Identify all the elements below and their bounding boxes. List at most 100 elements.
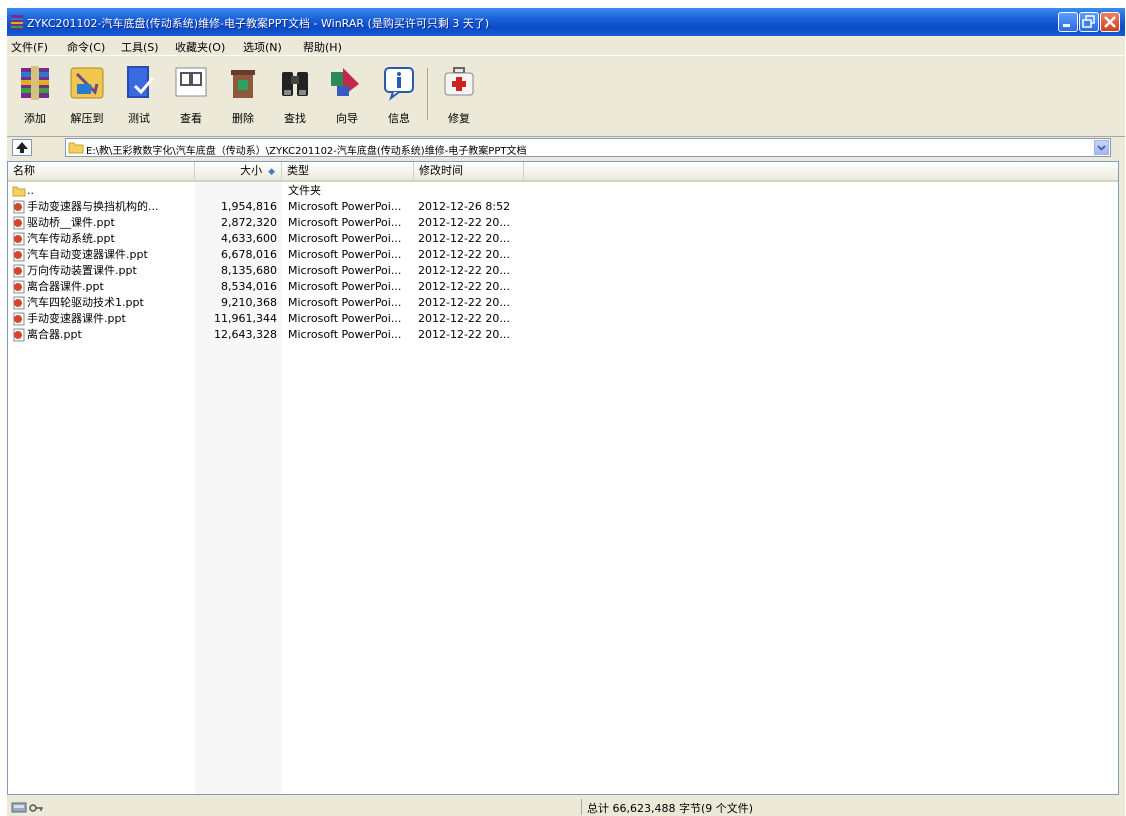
chevron-down-icon [1097,145,1106,151]
add-archive-icon [21,66,49,100]
path-combobox[interactable]: E:\教\王彩教数字化\汽车底盘（传动系）\ZYKC201102-汽车底盘(传动… [65,138,1111,157]
file-type: Microsoft PowerPoi... [288,232,402,245]
list-item[interactable]: 手动变速器课件.ppt 11,961,344 Microsoft PowerPo… [8,311,1118,327]
file-modified: 2012-12-22 20... [418,312,510,325]
file-name-cell: 汽车四轮驱动技术1.ppt [12,295,192,311]
file-name-cell: 离合器课件.ppt [12,279,192,295]
file-name: 手动变速器与换挡机构的... [27,200,159,213]
file-name-cell: 驱动桥__课件.ppt [12,215,192,231]
path-text: E:\教\王彩教数字化\汽车底盘（传动系）\ZYKC201102-汽车底盘(传动… [86,146,527,157]
file-size: 12,643,328 [214,328,277,341]
menu-commands[interactable]: 命令(C) [67,39,105,55]
file-name: .. [27,184,34,197]
powerpoint-file-icon [13,248,25,262]
status-total: 总计 66,623,488 字节(9 个文件) [587,802,754,815]
view-button[interactable]: 查看 [169,62,213,126]
minimize-icon [1063,24,1070,27]
title-bar[interactable]: ZYKC201102-汽车底盘(传动系统)维修-电子教案PPT文档 - WinR… [7,8,1125,36]
file-modified: 2012-12-22 20... [418,328,510,341]
column-header-modified[interactable]: 修改时间 [414,162,524,180]
restore-icon [1082,15,1095,28]
list-item[interactable]: 汽车四轮驱动技术1.ppt 9,210,368 Microsoft PowerP… [8,295,1118,311]
menu-file[interactable]: 文件(F) [11,39,48,55]
info-button[interactable]: 信息 [377,62,421,126]
file-modified: 2012-12-22 20... [418,280,510,293]
menu-bar: 文件(F) 命令(C) 工具(S) 收藏夹(O) 选项(N) 帮助(H) [7,36,1125,54]
file-name: 离合器.ppt [27,328,82,341]
file-modified [418,183,528,199]
path-dropdown-button[interactable] [1094,140,1109,155]
file-name: 驱动桥__课件.ppt [27,216,115,229]
window-title: ZYKC201102-汽车底盘(传动系统)维修-电子教案PPT文档 - WinR… [27,17,490,30]
file-size [195,183,277,199]
file-type: Microsoft PowerPoi... [288,248,402,261]
list-item[interactable]: 手动变速器与换挡机构的... 1,954,816 Microsoft Power… [8,199,1118,215]
file-name-cell: 汽车自动变速器课件.ppt [12,247,192,263]
extract-to-button[interactable]: 解压到 [65,62,109,126]
file-name-cell: 手动变速器与换挡机构的... [12,199,192,215]
file-type: Microsoft PowerPoi... [288,264,402,277]
maximize-button[interactable] [1079,12,1099,32]
file-name: 手动变速器课件.ppt [27,312,126,325]
file-modified: 2012-12-22 20... [418,296,510,309]
list-item[interactable]: 万向传动装置课件.ppt 8,135,680 Microsoft PowerPo… [8,263,1118,279]
find-button[interactable]: 查找 [273,62,317,126]
file-list[interactable]: 名称 大小 ◆ 类型 修改时间 .. 文件夹 手动变速器与换挡机构的... 1,9… [7,161,1119,795]
column-header-size[interactable]: 大小 ◆ [195,162,282,180]
list-item-parent-folder[interactable]: .. 文件夹 [8,183,1118,199]
column-name-label: 名称 [13,164,35,177]
file-size: 1,954,816 [221,200,277,213]
status-separator [581,799,582,815]
add-button[interactable]: 添加 [13,62,57,126]
winrar-window: ZYKC201102-汽车底盘(传动系统)维修-电子教案PPT文档 - WinR… [7,8,1125,816]
file-name: 汽车传动系统.ppt [27,232,115,245]
file-type: Microsoft PowerPoi... [288,312,402,325]
minimize-button[interactable] [1058,12,1078,32]
repair-button[interactable]: 修复 [437,62,481,126]
file-size: 11,961,344 [214,312,277,325]
column-type-label: 类型 [287,164,309,177]
list-item[interactable]: 驱动桥__课件.ppt 2,872,320 Microsoft PowerPoi… [8,215,1118,231]
list-item[interactable]: 汽车传动系统.ppt 4,633,600 Microsoft PowerPoi.… [8,231,1118,247]
file-type: Microsoft PowerPoi... [288,328,402,341]
file-size: 2,872,320 [221,216,277,229]
toolbar-separator [427,68,428,120]
folder-icon [68,142,84,154]
first-aid-kit-icon [444,67,474,96]
info-icon [384,67,414,101]
test-button[interactable]: 测试 [117,62,161,126]
column-size-label: 大小 [240,164,263,177]
list-item[interactable]: 汽车自动变速器课件.ppt 6,678,016 Microsoft PowerP… [8,247,1118,263]
up-one-level-button[interactable] [12,139,32,156]
powerpoint-file-icon [13,264,25,278]
delete-button[interactable]: 删除 [221,62,265,126]
file-name: 万向传动装置课件.ppt [27,264,137,277]
file-name-cell: 万向传动装置课件.ppt [12,263,192,279]
menu-options[interactable]: 选项(N) [243,39,282,55]
menu-tools[interactable]: 工具(S) [121,39,159,55]
list-item[interactable]: 离合器.ppt 12,643,328 Microsoft PowerPoi...… [8,327,1118,343]
powerpoint-file-icon [13,296,25,310]
menu-help[interactable]: 帮助(H) [303,39,342,55]
file-size: 9,210,368 [221,296,277,309]
sort-ascending-icon: ◆ [268,167,275,177]
file-size: 8,135,680 [221,264,277,277]
winrar-app-icon [11,15,23,29]
column-header-name[interactable]: 名称 [8,162,195,180]
status-bar: 总计 66,623,488 字节(9 个文件) [7,798,1125,816]
powerpoint-file-icon [13,328,25,342]
list-item[interactable]: 离合器课件.ppt 8,534,016 Microsoft PowerPoi..… [8,279,1118,295]
menu-favorites[interactable]: 收藏夹(O) [175,39,225,55]
file-name-cell: 离合器.ppt [12,327,192,343]
delete-label: 删除 [232,112,254,125]
file-name-cell: 汽车传动系统.ppt [12,231,192,247]
wizard-button[interactable]: 向导 [325,62,369,126]
folder-up-icon [12,186,26,197]
file-type: Microsoft PowerPoi... [288,280,402,293]
test-icon [127,66,155,98]
file-name-cell: 手动变速器课件.ppt [12,311,192,327]
extract-to-label: 解压到 [70,112,104,125]
column-header-type[interactable]: 类型 [282,162,414,180]
close-button[interactable] [1100,12,1120,32]
extract-icon [70,67,104,99]
